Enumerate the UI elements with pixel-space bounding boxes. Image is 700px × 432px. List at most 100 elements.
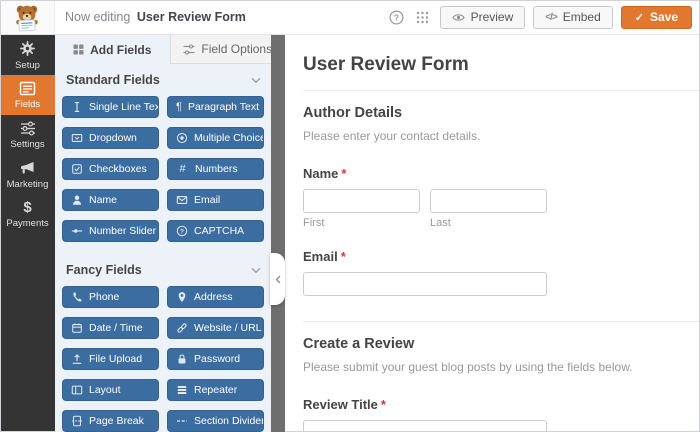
field-button-checkboxes[interactable]: Checkboxes [62,158,159,180]
sidebar-item-settings[interactable]: Settings [0,115,55,155]
review-title-field[interactable]: Review Title * [303,397,700,432]
field-button-section-divider[interactable]: Section Divider [167,410,264,432]
paragraph-icon: ¶ [176,101,182,113]
help-icon[interactable]: ? [388,8,406,26]
panel-scrollbar[interactable] [271,35,285,432]
field-label-text: Name [303,166,339,181]
preview-button-label: Preview [470,10,514,24]
panel-tabs: Add Fields Field Options [55,35,285,64]
field-button-multiple-choice[interactable]: Multiple Choice [167,127,264,149]
sidebar-item-label: Payments [6,218,49,229]
field-button-label: File Upload [89,353,143,365]
email-input[interactable] [303,272,547,296]
save-button[interactable]: ✓ Save [620,5,692,29]
tab-field-options[interactable]: Field Options [169,35,285,64]
preview-button[interactable]: Preview [439,5,526,29]
eye-icon [451,13,465,21]
field-button-password[interactable]: Password [167,348,264,370]
name-field[interactable]: Name * First Last [303,166,700,229]
section-description: Please submit your guest blog posts by u… [303,360,633,374]
layout-icon [71,385,83,395]
field-button-date-time[interactable]: Date / Time [62,317,159,339]
standard-fields-header[interactable]: Standard Fields [62,70,264,90]
sidebar-item-payments[interactable]: $ Payments [0,195,55,235]
question-circle-icon: ? [176,225,188,237]
field-button-single-line-text[interactable]: Single Line Text [62,96,159,118]
hash-icon: # [179,163,186,175]
embed-button[interactable]: </> Embed [533,5,613,29]
first-sublabel: First [303,217,325,229]
review-title-input-wrap [303,420,547,432]
fields-panel: Add Fields Field Options Standard Fields [55,35,285,432]
name-field-label: Name * [303,166,700,181]
form-preview-canvas: User Review Form Author Details Please e… [285,35,700,432]
gear-icon [20,40,35,56]
field-button-page-break[interactable]: Page Break [62,410,159,432]
radio-icon [176,132,188,144]
field-button-label: Layout [89,384,121,396]
required-asterisk: * [341,166,347,181]
builder-nav: Setup Fields Settings Marketing $ Paymen… [0,35,55,432]
save-button-label: Save [649,10,678,24]
field-button-label: Single Line Text [89,101,159,113]
repeater-icon [177,385,187,395]
chevron-left-icon [275,275,280,283]
field-button-email[interactable]: Email [167,189,264,211]
topbar-actions: ? Preview </> Embed ✓ Save [388,5,700,29]
field-button-label: Name [89,194,118,206]
email-field[interactable]: Email * [303,249,700,296]
sidebar-item-fields[interactable]: Fields [0,75,55,115]
name-inputs-row: First Last [303,189,547,229]
lock-icon [178,354,186,364]
fields-list-icon [19,81,36,95]
field-button-label: Number Slider [89,225,157,237]
field-button-captcha[interactable]: ? CAPTCHA [167,220,264,242]
field-button-label: Section Divider [194,415,264,427]
required-asterisk: * [340,249,346,264]
slider-icon [71,229,83,233]
field-button-repeater[interactable]: Repeater [167,379,264,401]
field-button-label: Repeater [194,384,238,396]
field-button-website-url[interactable]: Website / URL [167,317,264,339]
field-options-sliders-icon [183,44,195,54]
field-button-dropdown[interactable]: Dropdown [62,127,159,149]
now-editing-text: Now editing User Review Form [65,10,246,24]
link-icon [177,323,187,333]
wpforms-builder: Now editing User Review Form ? Preview <… [0,0,700,432]
sidebar-item-label: Marketing [6,178,49,190]
svg-text:?: ? [394,12,399,22]
first-name-input[interactable] [303,189,420,213]
field-label-text: Review Title [303,397,378,412]
upload-icon [72,354,82,364]
last-name-input[interactable] [430,189,547,213]
review-title-label: Review Title * [303,397,700,412]
field-button-number-slider[interactable]: Number Slider [62,220,159,242]
field-button-label: Page Break [89,415,144,427]
sliders-icon [20,121,35,136]
sidebar-item-marketing[interactable]: Marketing [0,155,55,195]
review-title-input[interactable] [303,420,547,432]
dollar-icon: $ [23,199,32,216]
tab-add-fields[interactable]: Add Fields [55,35,170,64]
drag-grid-icon[interactable] [414,8,432,26]
field-button-label: Paragraph Text [187,101,259,113]
sidebar-item-label: Setup [15,59,40,71]
panel-collapse-handle[interactable] [270,253,285,305]
field-button-label: Password [194,353,241,365]
field-button-label: CAPTCHA [194,225,245,237]
sidebar-item-label: Settings [10,138,45,150]
field-button-address[interactable]: Address [167,286,264,308]
field-button-paragraph-text[interactable]: ¶ Paragraph Text [167,96,264,118]
fancy-fields-header[interactable]: Fancy Fields [62,260,264,280]
person-icon [72,195,82,205]
field-button-layout[interactable]: Layout [62,379,159,401]
field-button-phone[interactable]: Phone [62,286,159,308]
field-button-file-upload[interactable]: File Upload [62,348,159,370]
last-name-col: Last [430,189,547,229]
field-button-numbers[interactable]: # Numbers [167,158,264,180]
author-details-section[interactable]: Author Details Please enter your contact… [303,105,700,296]
standard-fields-grid: Single Line Text ¶ Paragraph Text Dropdo… [62,96,264,242]
create-review-section[interactable]: Create a Review Please submit your guest… [303,336,700,432]
field-button-name[interactable]: Name [62,189,159,211]
sidebar-item-setup[interactable]: Setup [0,35,55,75]
